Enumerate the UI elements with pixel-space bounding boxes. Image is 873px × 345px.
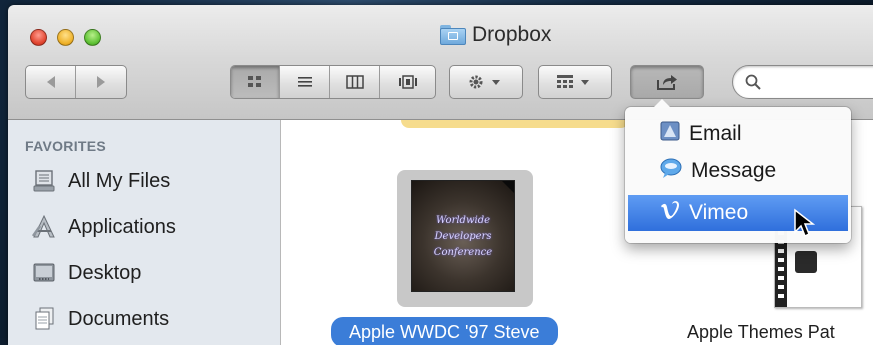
icon-view-icon [248, 76, 261, 87]
thumbnail-text-line: Conference [433, 247, 493, 258]
search-field[interactable] [732, 65, 873, 99]
arrange-menu-button[interactable] [538, 65, 612, 99]
mouse-pointer-icon [793, 208, 816, 245]
column-view-button[interactable] [330, 66, 380, 98]
share-button[interactable] [630, 65, 704, 99]
file-name-selected[interactable]: Apple WWDC '97 Steve [331, 317, 558, 345]
share-icon [657, 75, 677, 90]
window-title-text: Dropbox [472, 23, 552, 46]
sidebar: FAVORITES All My Files Applications Desk… [8, 120, 281, 345]
arrange-icon [557, 75, 589, 88]
forward-button[interactable] [76, 66, 126, 98]
email-icon [659, 120, 681, 148]
menu-item-label: Message [691, 159, 777, 182]
list-view-button[interactable] [280, 66, 330, 98]
sidebar-item-desktop[interactable]: Desktop [30, 256, 141, 290]
window-title: Dropbox [440, 21, 551, 49]
back-button[interactable] [26, 66, 76, 98]
share-menu: Email Message Vimeo [625, 99, 851, 243]
thumbnail-text-line: Worldwide [435, 215, 491, 226]
sidebar-item-applications[interactable]: Applications [30, 210, 176, 244]
message-icon [659, 157, 683, 185]
sidebar-item-documents[interactable]: Documents [30, 302, 169, 336]
minimize-window-button[interactable] [57, 29, 74, 46]
file-item-selected[interactable]: Worldwide Developers Conference [397, 170, 533, 307]
all-my-files-icon [30, 167, 58, 195]
sidebar-item-label: Desktop [68, 261, 142, 284]
desktop-icon [30, 259, 58, 287]
coverflow-view-icon [398, 75, 417, 89]
share-menu-item-message[interactable]: Message [628, 153, 848, 189]
search-icon [745, 74, 761, 90]
action-menu-button[interactable] [449, 65, 523, 99]
sidebar-item-all-my-files[interactable]: All My Files [30, 164, 170, 198]
documents-icon [30, 305, 58, 333]
dropbox-folder-icon [440, 25, 466, 45]
file-name[interactable]: Apple Themes Pat [687, 317, 835, 345]
back-arrow-icon [46, 76, 55, 88]
gear-icon [469, 75, 500, 89]
icon-view-button[interactable] [231, 66, 280, 98]
applications-icon [30, 213, 58, 241]
sidebar-item-label: Documents [68, 307, 170, 330]
list-view-icon [297, 77, 312, 87]
sidebar-item-label: All My Files [68, 169, 171, 192]
coverflow-view-button[interactable] [380, 66, 435, 98]
close-window-button[interactable] [30, 29, 47, 46]
view-mode-control [230, 65, 436, 99]
title-bar: Dropbox [8, 5, 873, 120]
file-label-partial [401, 120, 629, 128]
forward-arrow-icon [97, 76, 105, 88]
back-forward-control [25, 65, 127, 99]
sidebar-item-label: Applications [68, 215, 176, 238]
menu-item-label: Email [689, 122, 742, 145]
vimeo-icon [659, 199, 681, 227]
video-thumbnail: Worldwide Developers Conference [411, 180, 515, 292]
share-menu-item-vimeo[interactable]: Vimeo [628, 195, 848, 231]
favorites-heading: FAVORITES [25, 138, 107, 154]
thumbnail-text-line: Developers [434, 231, 492, 242]
search-input[interactable] [767, 72, 873, 91]
column-view-icon [345, 75, 364, 89]
menu-item-label: Vimeo [689, 201, 749, 224]
zoom-window-button[interactable] [84, 29, 101, 46]
share-menu-item-email[interactable]: Email [628, 116, 848, 152]
